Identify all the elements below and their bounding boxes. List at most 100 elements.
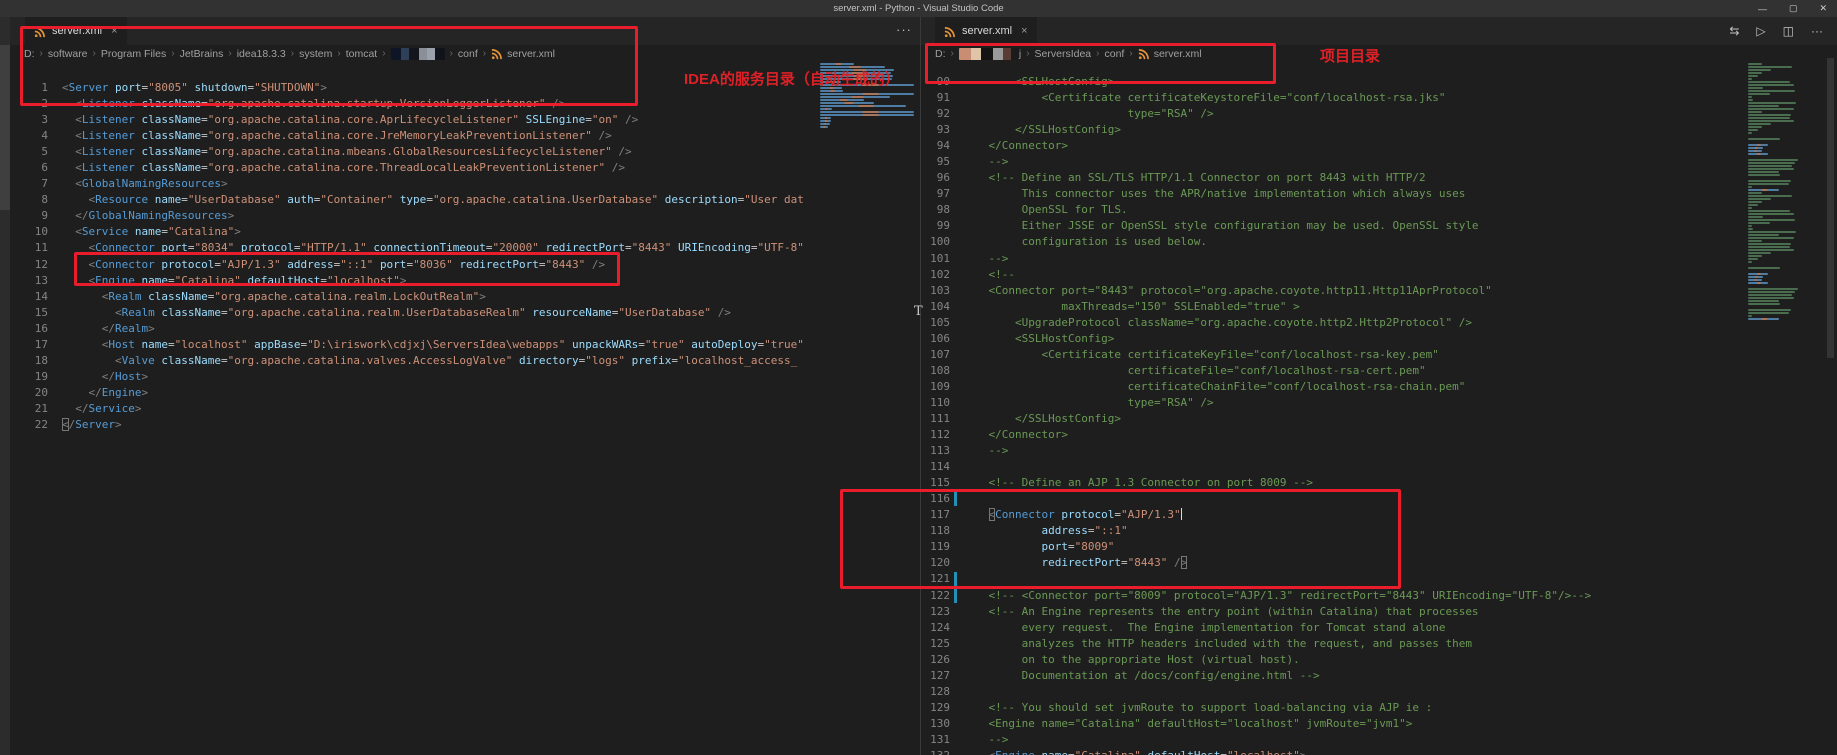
code-line[interactable]: 12 <Connector protocol="AJP/1.3" address… xyxy=(10,257,813,273)
line-number[interactable]: 129 xyxy=(921,700,950,716)
line-number[interactable]: 22 xyxy=(10,417,48,433)
line-number[interactable]: 117 xyxy=(921,507,950,523)
line-number[interactable]: 101 xyxy=(921,251,950,267)
code-line[interactable]: 97 This connector uses the APR/native im… xyxy=(921,186,1745,202)
breadcrumb-item-censored[interactable] xyxy=(959,48,1019,60)
code-line[interactable]: 121 xyxy=(921,571,1745,587)
line-number[interactable]: 9 xyxy=(10,208,48,224)
code-line[interactable]: 99 Either JSSE or OpenSSL style configur… xyxy=(921,218,1745,234)
code-line[interactable]: 108 certificateFile="conf/localhost-rsa-… xyxy=(921,363,1745,379)
line-number[interactable]: 102 xyxy=(921,267,950,283)
line-number[interactable]: 123 xyxy=(921,604,950,620)
code-line[interactable]: 112 </Connector> xyxy=(921,427,1745,443)
open-changes-icon[interactable]: ⇆ xyxy=(1729,24,1739,38)
line-number[interactable]: 125 xyxy=(921,636,950,652)
line-number[interactable]: 121 xyxy=(921,571,950,587)
code-line[interactable]: 105 <UpgradeProtocol className="org.apac… xyxy=(921,315,1745,331)
line-number[interactable]: 120 xyxy=(921,555,950,571)
code-line[interactable]: 8 <Resource name="UserDatabase" auth="Co… xyxy=(10,192,813,208)
code-line[interactable]: 126 on to the appropriate Host (virtual … xyxy=(921,652,1745,668)
code-line[interactable]: 132 <Engine name="Catalina" defaultHost=… xyxy=(921,748,1745,755)
code-line[interactable]: 18 <Valve className="org.apache.catalina… xyxy=(10,353,813,369)
line-number[interactable]: 96 xyxy=(921,170,950,186)
code-line[interactable]: 101 --> xyxy=(921,251,1745,267)
line-number[interactable]: 116 xyxy=(921,491,950,507)
line-number[interactable]: 109 xyxy=(921,379,950,395)
editor-right[interactable]: 90 <SSLHostConfig>91 <Certificate certif… xyxy=(921,62,1837,755)
code-line[interactable]: 125 analyzes the HTTP headers included w… xyxy=(921,636,1745,652)
line-number[interactable]: 14 xyxy=(10,289,48,305)
line-number[interactable]: 2 xyxy=(10,96,48,112)
code-line[interactable]: 106 <SSLHostConfig> xyxy=(921,331,1745,347)
line-number[interactable]: 90 xyxy=(921,74,950,90)
breadcrumb-item[interactable]: D: xyxy=(935,48,946,60)
line-number[interactable]: 106 xyxy=(921,331,950,347)
code-line[interactable]: 91 <Certificate certificateKeystoreFile=… xyxy=(921,90,1745,106)
code-line[interactable]: 21 </Service> xyxy=(10,401,813,417)
line-number[interactable]: 100 xyxy=(921,234,950,250)
breadcrumb-item[interactable]: conf xyxy=(458,48,478,60)
tab-server-xml-right[interactable]: server.xml × xyxy=(935,17,1037,45)
code-line[interactable]: 13 <Engine name="Catalina" defaultHost="… xyxy=(10,273,813,289)
code-line[interactable]: 100 configuration is used below. xyxy=(921,234,1745,250)
breadcrumb-item[interactable]: D: xyxy=(24,48,35,60)
line-number[interactable]: 112 xyxy=(921,427,950,443)
line-number[interactable]: 5 xyxy=(10,144,48,160)
code-line[interactable]: 124 every request. The Engine implementa… xyxy=(921,620,1745,636)
code-line[interactable]: 129 <!-- You should set jvmRoute to supp… xyxy=(921,700,1745,716)
line-number[interactable]: 7 xyxy=(10,176,48,192)
line-number[interactable]: 114 xyxy=(921,459,950,475)
tab-close-icon[interactable]: × xyxy=(1021,25,1027,37)
code-line[interactable]: 116 xyxy=(921,491,1745,507)
close-icon[interactable]: ✕ xyxy=(1819,3,1827,14)
line-number[interactable]: 128 xyxy=(921,684,950,700)
code-line[interactable]: 2 <Listener className="org.apache.catali… xyxy=(10,96,813,112)
code-line[interactable]: 3 <Listener className="org.apache.catali… xyxy=(10,112,813,128)
vertical-scrollbar[interactable] xyxy=(1827,58,1834,358)
code-line[interactable]: 102 <!-- xyxy=(921,267,1745,283)
line-number[interactable]: 99 xyxy=(921,218,950,234)
line-number[interactable]: 6 xyxy=(10,160,48,176)
line-number[interactable]: 11 xyxy=(10,240,48,256)
breadcrumb-item[interactable]: Program Files xyxy=(101,48,166,60)
line-number[interactable]: 92 xyxy=(921,106,950,122)
code-line[interactable]: 19 </Host> xyxy=(10,369,813,385)
line-number[interactable]: 105 xyxy=(921,315,950,331)
line-number[interactable]: 16 xyxy=(10,321,48,337)
code-line[interactable]: 119 port="8009" xyxy=(921,539,1745,555)
maximize-icon[interactable]: ▢ xyxy=(1789,3,1798,14)
minimize-icon[interactable]: — xyxy=(1758,4,1767,14)
line-number[interactable]: 111 xyxy=(921,411,950,427)
code-line[interactable]: 110 type="RSA" /> xyxy=(921,395,1745,411)
split-editor-icon[interactable]: ◫ xyxy=(1783,24,1794,38)
breadcrumb-item[interactable]: tomcat xyxy=(346,48,378,60)
line-number[interactable]: 110 xyxy=(921,395,950,411)
line-number[interactable]: 118 xyxy=(921,523,950,539)
line-number[interactable]: 91 xyxy=(921,90,950,106)
code-line[interactable]: 111 </SSLHostConfig> xyxy=(921,411,1745,427)
code-line[interactable]: 5 <Listener className="org.apache.catali… xyxy=(10,144,813,160)
line-number[interactable]: 97 xyxy=(921,186,950,202)
code-line[interactable]: 6 <Listener className="org.apache.catali… xyxy=(10,160,813,176)
line-number[interactable]: 103 xyxy=(921,283,950,299)
more-actions-icon[interactable]: ··· xyxy=(896,22,912,37)
code-line[interactable]: 120 redirectPort="8443" /> xyxy=(921,555,1745,571)
line-number[interactable]: 108 xyxy=(921,363,950,379)
code-line[interactable]: 16 </Realm> xyxy=(10,321,813,337)
code-line[interactable]: 17 <Host name="localhost" appBase="D:\ir… xyxy=(10,337,813,353)
breadcrumb-item[interactable]: software xyxy=(48,48,88,60)
line-number[interactable]: 21 xyxy=(10,401,48,417)
editor-left[interactable]: 1<Server port="8005" shutdown="SHUTDOWN"… xyxy=(10,62,920,755)
line-number[interactable]: 18 xyxy=(10,353,48,369)
line-number[interactable]: 94 xyxy=(921,138,950,154)
line-number[interactable]: 98 xyxy=(921,202,950,218)
code-line[interactable]: 4 <Listener className="org.apache.catali… xyxy=(10,128,813,144)
line-number[interactable]: 115 xyxy=(921,475,950,491)
code-line[interactable]: 103 <Connector port="8443" protocol="org… xyxy=(921,283,1745,299)
code-line[interactable]: 117 <Connector protocol="AJP/1.3" xyxy=(921,507,1745,523)
line-number[interactable]: 107 xyxy=(921,347,950,363)
line-number[interactable]: 4 xyxy=(10,128,48,144)
code-line[interactable]: 15 <Realm className="org.apache.catalina… xyxy=(10,305,813,321)
code-line[interactable]: 22</Server> xyxy=(10,417,813,433)
line-number[interactable]: 119 xyxy=(921,539,950,555)
